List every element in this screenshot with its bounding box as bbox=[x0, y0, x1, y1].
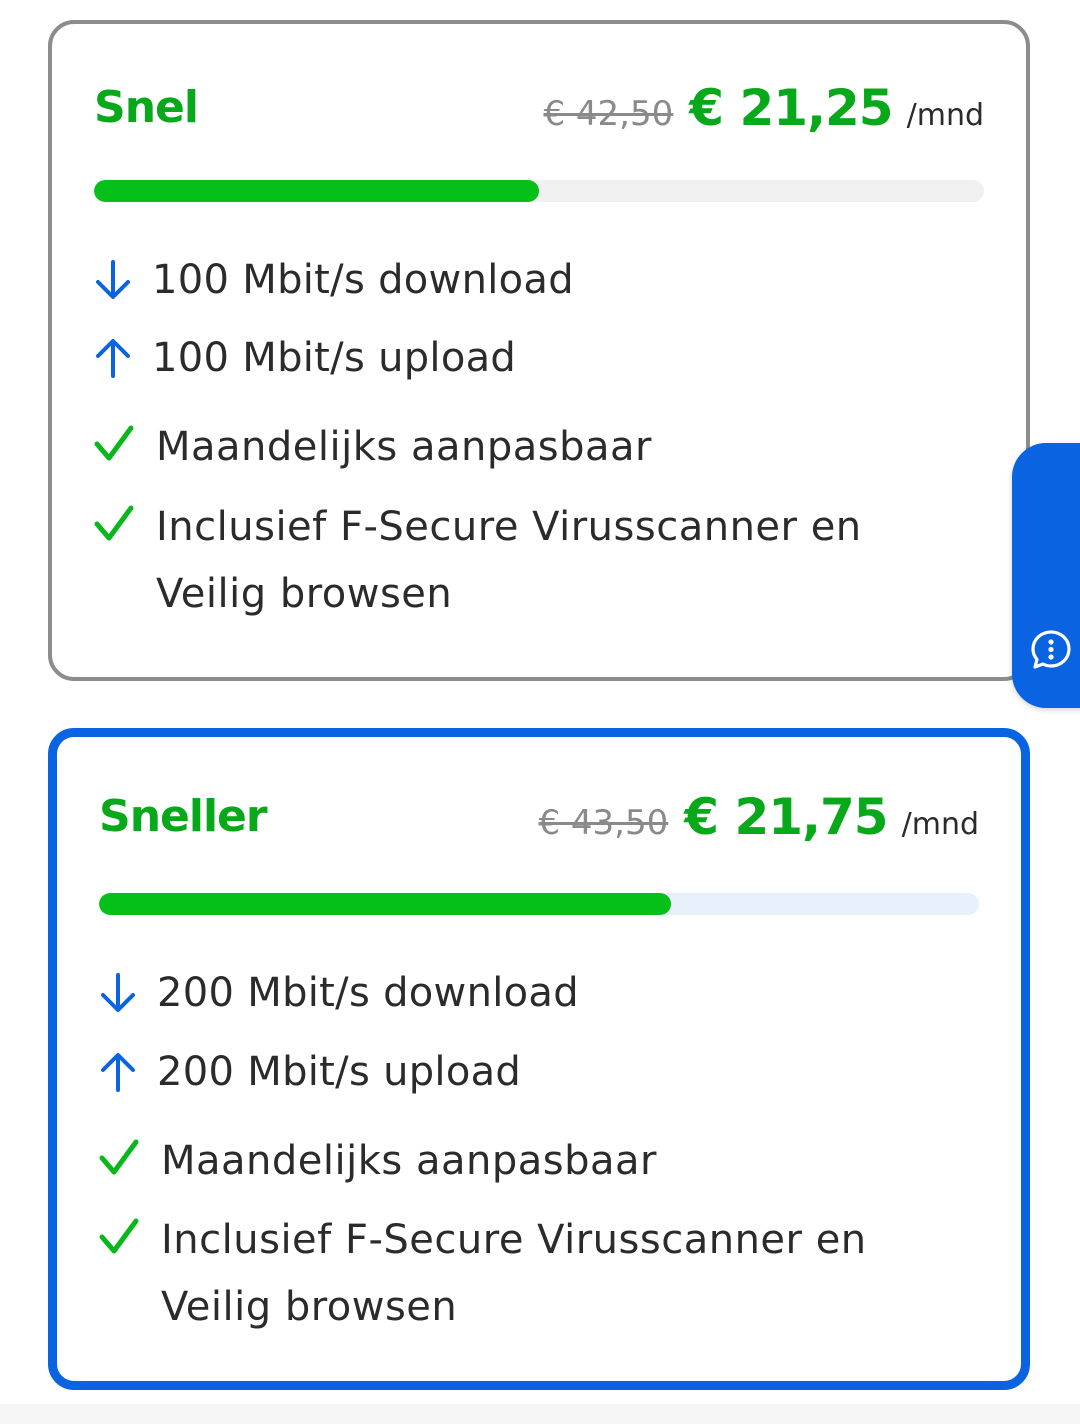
upload-speed: 100 Mbit/s upload bbox=[94, 330, 516, 386]
arrow-down-icon bbox=[94, 258, 134, 302]
plan-name: Snel bbox=[94, 82, 199, 133]
feature-label: Inclusief F-Secure Virusscanner en Veili… bbox=[156, 504, 862, 617]
check-icon bbox=[99, 1136, 139, 1180]
check-icon bbox=[99, 1215, 139, 1259]
price-period: /mnd bbox=[901, 807, 979, 842]
speed-bar-fill bbox=[94, 180, 539, 202]
download-speed-label: 100 Mbit/s download bbox=[152, 257, 574, 303]
speed-bar-fill bbox=[99, 893, 671, 915]
plan-card-sneller[interactable]: Sneller € 43,50 € 21,75 /mnd 200 Mbit/s … bbox=[48, 728, 1030, 1390]
price-block: € 42,50 € 21,25 /mnd bbox=[543, 78, 984, 138]
price-block: € 43,50 € 21,75 /mnd bbox=[538, 787, 979, 847]
download-speed-label: 200 Mbit/s download bbox=[157, 970, 579, 1016]
price-period: /mnd bbox=[906, 98, 984, 133]
plan-name: Sneller bbox=[99, 791, 268, 842]
arrow-down-icon bbox=[99, 971, 139, 1015]
current-price: € 21,25 bbox=[689, 79, 893, 137]
upload-speed: 200 Mbit/s upload bbox=[99, 1044, 521, 1100]
arrow-up-icon bbox=[94, 336, 134, 380]
download-speed: 100 Mbit/s download bbox=[94, 252, 574, 308]
page-bottom-strip bbox=[0, 1404, 1080, 1424]
chat-bubble-icon bbox=[1030, 629, 1072, 675]
feature-item: Maandelijks aanpasbaar bbox=[94, 414, 916, 481]
check-icon bbox=[94, 502, 134, 546]
upload-speed-label: 200 Mbit/s upload bbox=[157, 1049, 522, 1095]
feature-item: Inclusief F-Secure Virusscanner en Veili… bbox=[99, 1207, 921, 1341]
old-price: € 42,50 bbox=[543, 94, 674, 134]
feedback-label: Feedback bbox=[1036, 928, 1064, 1048]
check-icon bbox=[94, 422, 134, 466]
current-price: € 21,75 bbox=[684, 788, 888, 846]
feature-item: Inclusief F-Secure Virusscanner en Veili… bbox=[94, 494, 916, 628]
feature-label: Inclusief F-Secure Virusscanner en Veili… bbox=[161, 1217, 867, 1330]
old-price: € 43,50 bbox=[538, 803, 669, 843]
arrow-up-icon bbox=[99, 1050, 139, 1094]
feature-label: Maandelijks aanpasbaar bbox=[161, 1138, 657, 1184]
download-speed: 200 Mbit/s download bbox=[99, 965, 579, 1021]
plan-card-snel[interactable]: Snel € 42,50 € 21,25 /mnd 100 Mbit/s dow… bbox=[48, 20, 1030, 681]
feedback-tab[interactable]: Feedback bbox=[1012, 443, 1080, 1047]
speed-bar bbox=[94, 180, 984, 202]
upload-speed-label: 100 Mbit/s upload bbox=[152, 335, 517, 381]
feature-item: Maandelijks aanpasbaar bbox=[99, 1128, 921, 1195]
feature-label: Maandelijks aanpasbaar bbox=[156, 424, 652, 470]
speed-bar bbox=[99, 893, 979, 915]
